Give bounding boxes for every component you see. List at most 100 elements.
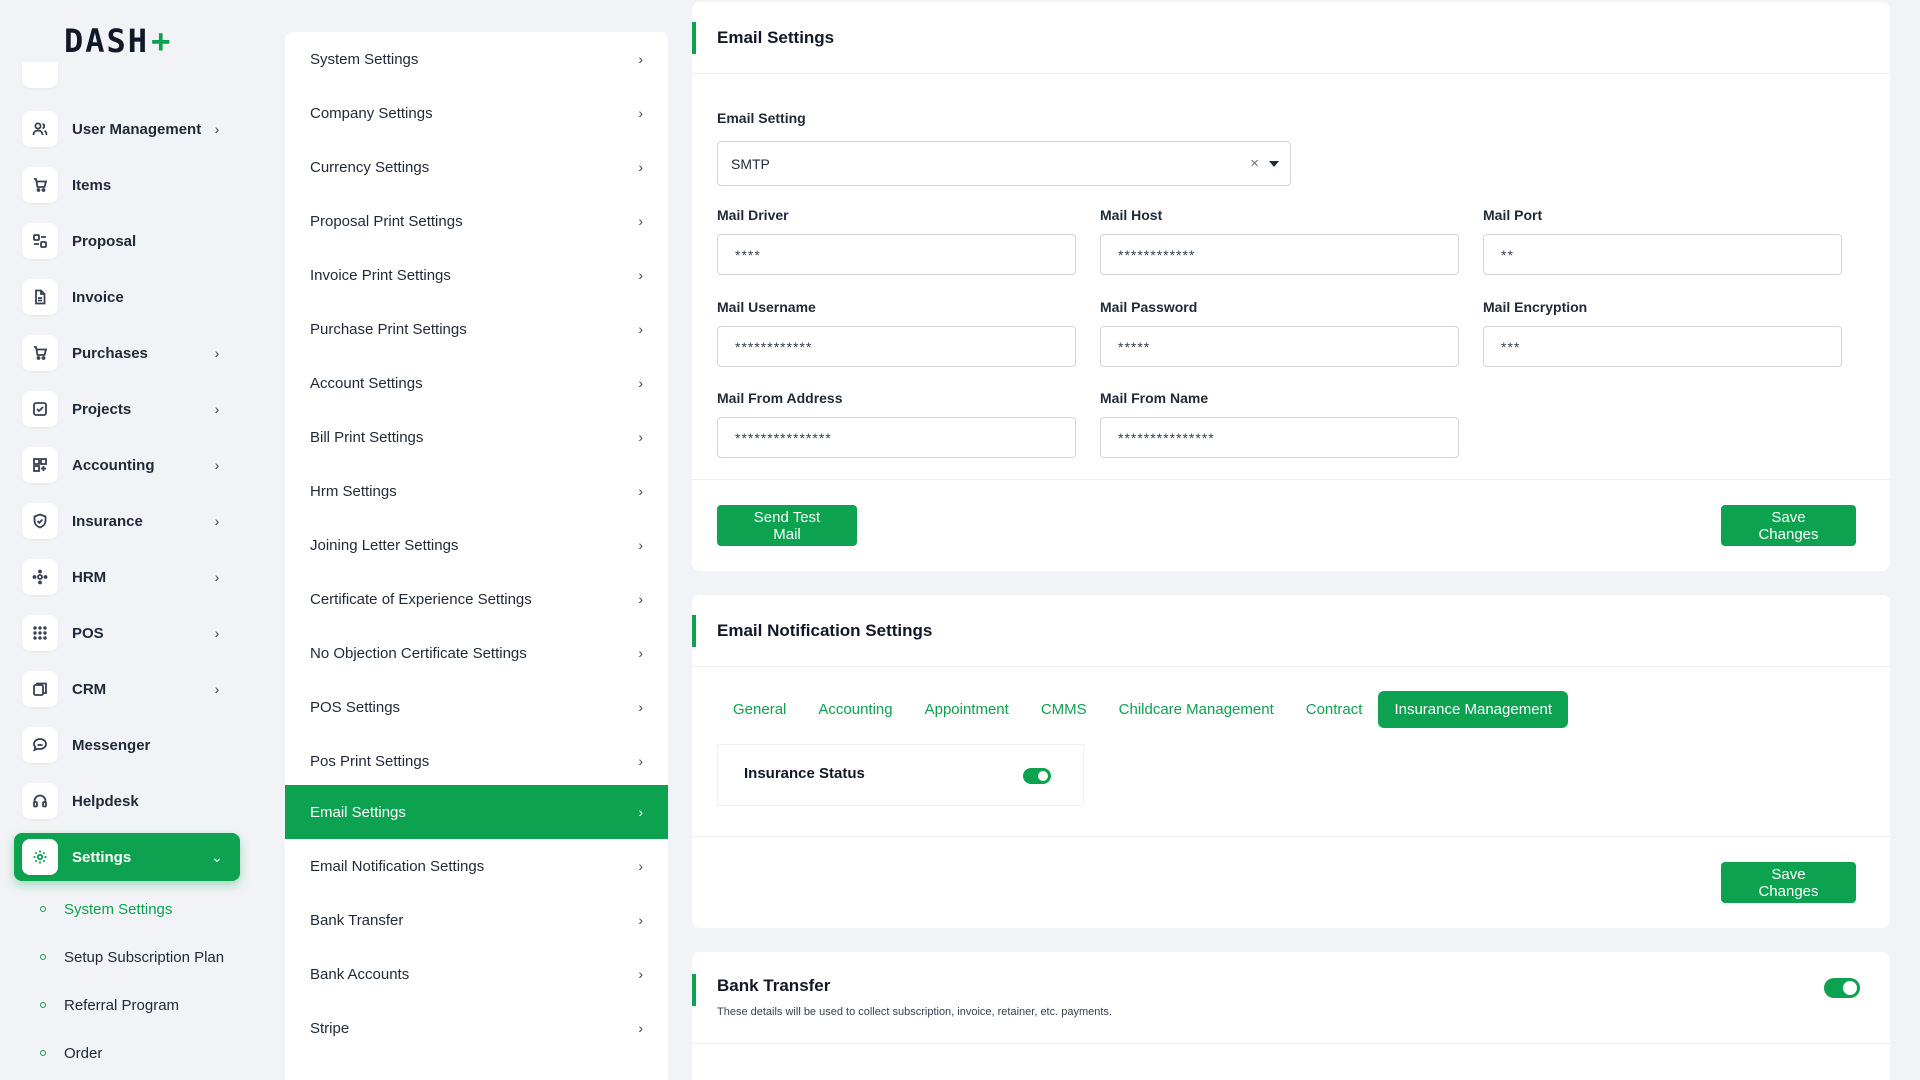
mail-port-input[interactable] [1483, 234, 1842, 275]
menu-item-label: Company Settings [310, 104, 433, 122]
tab-appointment[interactable]: Appointment [909, 691, 1025, 728]
settings-menu-item-bill-print-settings[interactable]: Bill Print Settings › [285, 410, 668, 464]
settings-menu-item-pos-print-settings[interactable]: Pos Print Settings › [285, 734, 668, 788]
chevron-right-icon: › [214, 681, 220, 697]
tab-general[interactable]: General [717, 691, 802, 728]
chevron-right-icon: › [638, 267, 643, 283]
settings-menu-item-email-notification-settings[interactable]: Email Notification Settings › [285, 839, 668, 893]
tab-contract[interactable]: Contract [1290, 691, 1379, 728]
send-test-mail-button[interactable]: Send Test Mail [717, 505, 857, 546]
mail-encryption-input[interactable] [1483, 326, 1842, 367]
bank-transfer-toggle[interactable] [1824, 978, 1860, 998]
sidebar-subitem-system-settings[interactable]: System Settings [40, 897, 172, 921]
sidebar-item-helpdesk[interactable]: Helpdesk [14, 777, 240, 825]
settings-menu-item-purchase-print-settings[interactable]: Purchase Print Settings › [285, 302, 668, 356]
notification-tabs: General Accounting Appointment CMMS Chil… [717, 691, 1569, 728]
sidebar-item-projects[interactable]: Projects › [14, 385, 240, 433]
chevron-right-icon: › [214, 513, 220, 529]
headset-icon [22, 783, 58, 819]
cart-icon [22, 335, 58, 371]
chevron-right-icon: › [638, 537, 643, 553]
sidebar-item-label: Insurance [72, 512, 143, 530]
sidebar-item-invoice[interactable]: Invoice [14, 273, 240, 321]
menu-item-label: Pos Print Settings [310, 752, 430, 770]
tab-childcare-management[interactable]: Childcare Management [1103, 691, 1290, 728]
sidebar-subitem-order[interactable]: Order [40, 1041, 102, 1065]
sidebar-item-messenger[interactable]: Messenger [14, 721, 240, 769]
chevron-right-icon: › [638, 753, 643, 769]
settings-menu-item-proposal-print-settings[interactable]: Proposal Print Settings › [285, 194, 668, 248]
mail-username-input[interactable] [717, 326, 1076, 367]
settings-menu-item-company-settings[interactable]: Company Settings › [285, 86, 668, 140]
settings-menu-item-pos-settings[interactable]: POS Settings › [285, 680, 668, 734]
mail-driver-label: Mail Driver [717, 207, 789, 223]
mail-from-address-input[interactable] [717, 417, 1076, 458]
chevron-right-icon: › [214, 625, 220, 641]
chevron-right-icon: › [638, 804, 643, 820]
card-title: Email Settings [717, 28, 835, 47]
sidebar-item-proposal[interactable]: Proposal [14, 217, 240, 265]
clear-icon[interactable]: × [1250, 155, 1259, 172]
sidebar-item-user-management[interactable]: User Management › [14, 105, 240, 153]
email-setting-select[interactable]: SMTP × [717, 141, 1291, 186]
settings-menu-item-hrm-settings[interactable]: Hrm Settings › [285, 464, 668, 518]
settings-menu-item-no-objection-certificate-settings[interactable]: No Objection Certificate Settings › [285, 626, 668, 680]
mail-password-label: Mail Password [1100, 299, 1198, 315]
sidebar-item-hrm[interactable]: HRM › [14, 553, 240, 601]
menu-item-label: Invoice Print Settings [310, 266, 451, 284]
dots-grid-icon [22, 615, 58, 651]
toggle-knob [1843, 981, 1857, 995]
email-setting-value: SMTP [731, 155, 770, 172]
tab-accounting[interactable]: Accounting [802, 691, 908, 728]
chevron-down-icon: ⌄ [211, 848, 223, 865]
chevron-right-icon: › [214, 345, 220, 361]
save-changes-button[interactable]: Save Changes [1721, 862, 1856, 903]
sidebar-subitem-setup-subscription-plan[interactable]: Setup Subscription Plan [40, 945, 224, 969]
settings-menu-item-invoice-print-settings[interactable]: Invoice Print Settings › [285, 248, 668, 302]
settings-menu-item-email-settings[interactable]: Email Settings › [285, 785, 668, 839]
bullet-icon [40, 954, 46, 960]
mail-driver-input[interactable] [717, 234, 1076, 275]
sidebar-item-crm[interactable]: CRM › [14, 665, 240, 713]
sidebar-subitem-label: System Settings [64, 900, 173, 918]
settings-menu-item-joining-letter-settings[interactable]: Joining Letter Settings › [285, 518, 668, 572]
sidebar-subitem-referral-program[interactable]: Referral Program [40, 993, 179, 1017]
chevron-right-icon: › [638, 699, 643, 715]
settings-menu-item-bank-accounts[interactable]: Bank Accounts › [285, 947, 668, 1001]
accent-bar [692, 615, 696, 647]
tab-insurance-management[interactable]: Insurance Management [1378, 691, 1569, 728]
bullet-icon [40, 1050, 46, 1056]
settings-menu-item-bank-transfer[interactable]: Bank Transfer › [285, 893, 668, 947]
settings-menu-item-currency-settings[interactable]: Currency Settings › [285, 140, 668, 194]
email-settings-card: Email Settings Email Setting SMTP × Mail… [692, 2, 1890, 571]
mail-encryption-label: Mail Encryption [1483, 299, 1588, 315]
chevron-right-icon: › [214, 569, 220, 585]
insurance-status-toggle[interactable] [1023, 768, 1051, 784]
settings-menu-item-stripe[interactable]: Stripe › [285, 1001, 668, 1055]
sidebar-item-items[interactable]: Items [14, 161, 240, 209]
menu-item-label: Certificate of Experience Settings [310, 590, 532, 608]
sidebar-item-label: POS [72, 624, 104, 642]
sidebar-item-insurance[interactable]: Insurance › [14, 497, 240, 545]
sidebar-item-purchases[interactable]: Purchases › [14, 329, 240, 377]
settings-menu-item-certificate-of-experience-settings[interactable]: Certificate of Experience Settings › [285, 572, 668, 626]
settings-menu-item-account-settings[interactable]: Account Settings › [285, 356, 668, 410]
chevron-right-icon: › [638, 912, 643, 928]
caret-down-icon[interactable] [1269, 160, 1279, 167]
mail-from-name-input[interactable] [1100, 417, 1459, 458]
save-changes-button[interactable]: Save Changes [1721, 505, 1856, 546]
sidebar-item-accounting[interactable]: Accounting › [14, 441, 240, 489]
hrm-icon [22, 559, 58, 595]
chevron-right-icon: › [638, 321, 643, 337]
chevron-right-icon: › [214, 457, 220, 473]
sidebar-item-pos[interactable]: POS › [14, 609, 240, 657]
card-divider [692, 836, 1890, 837]
mail-password-input[interactable] [1100, 326, 1459, 367]
tab-cmms[interactable]: CMMS [1025, 691, 1103, 728]
menu-item-label: Account Settings [310, 374, 423, 392]
dash-logo[interactable]: DASH + [64, 22, 172, 60]
sidebar-item-settings[interactable]: Settings ⌄ [14, 833, 240, 881]
mail-host-input[interactable] [1100, 234, 1459, 275]
settings-menu-item-system-settings[interactable]: System Settings › [285, 32, 668, 86]
gear-icon [22, 839, 58, 875]
